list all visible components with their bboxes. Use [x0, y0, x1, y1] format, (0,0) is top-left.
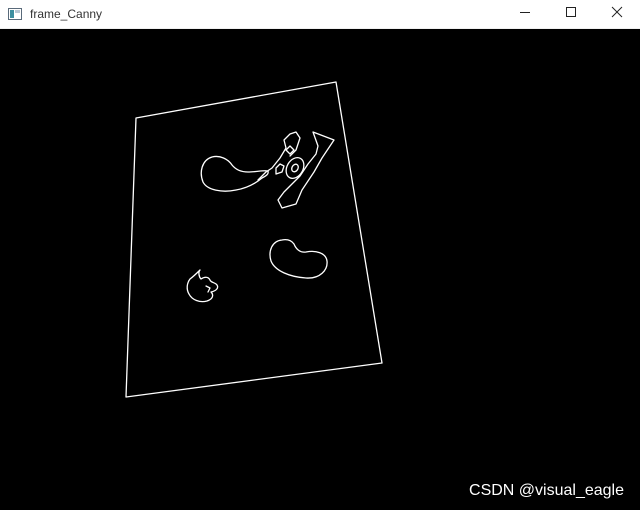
- window-title: frame_Canny: [30, 7, 103, 21]
- maximize-button[interactable]: [548, 0, 594, 29]
- title-bar[interactable]: frame_Canny: [0, 0, 640, 29]
- canny-edge-image: [0, 29, 640, 510]
- image-canvas: [0, 29, 640, 510]
- maximize-icon: [565, 5, 577, 23]
- image-window: frame_Canny CSDN @visual_eagle: [0, 0, 640, 510]
- close-button[interactable]: [594, 0, 640, 29]
- close-icon: [611, 5, 623, 23]
- opencv-window-icon: [7, 6, 23, 22]
- caption-buttons: [502, 0, 640, 29]
- minimize-icon: [519, 5, 531, 23]
- watermark: CSDN @visual_eagle: [469, 482, 624, 499]
- minimize-button[interactable]: [502, 0, 548, 29]
